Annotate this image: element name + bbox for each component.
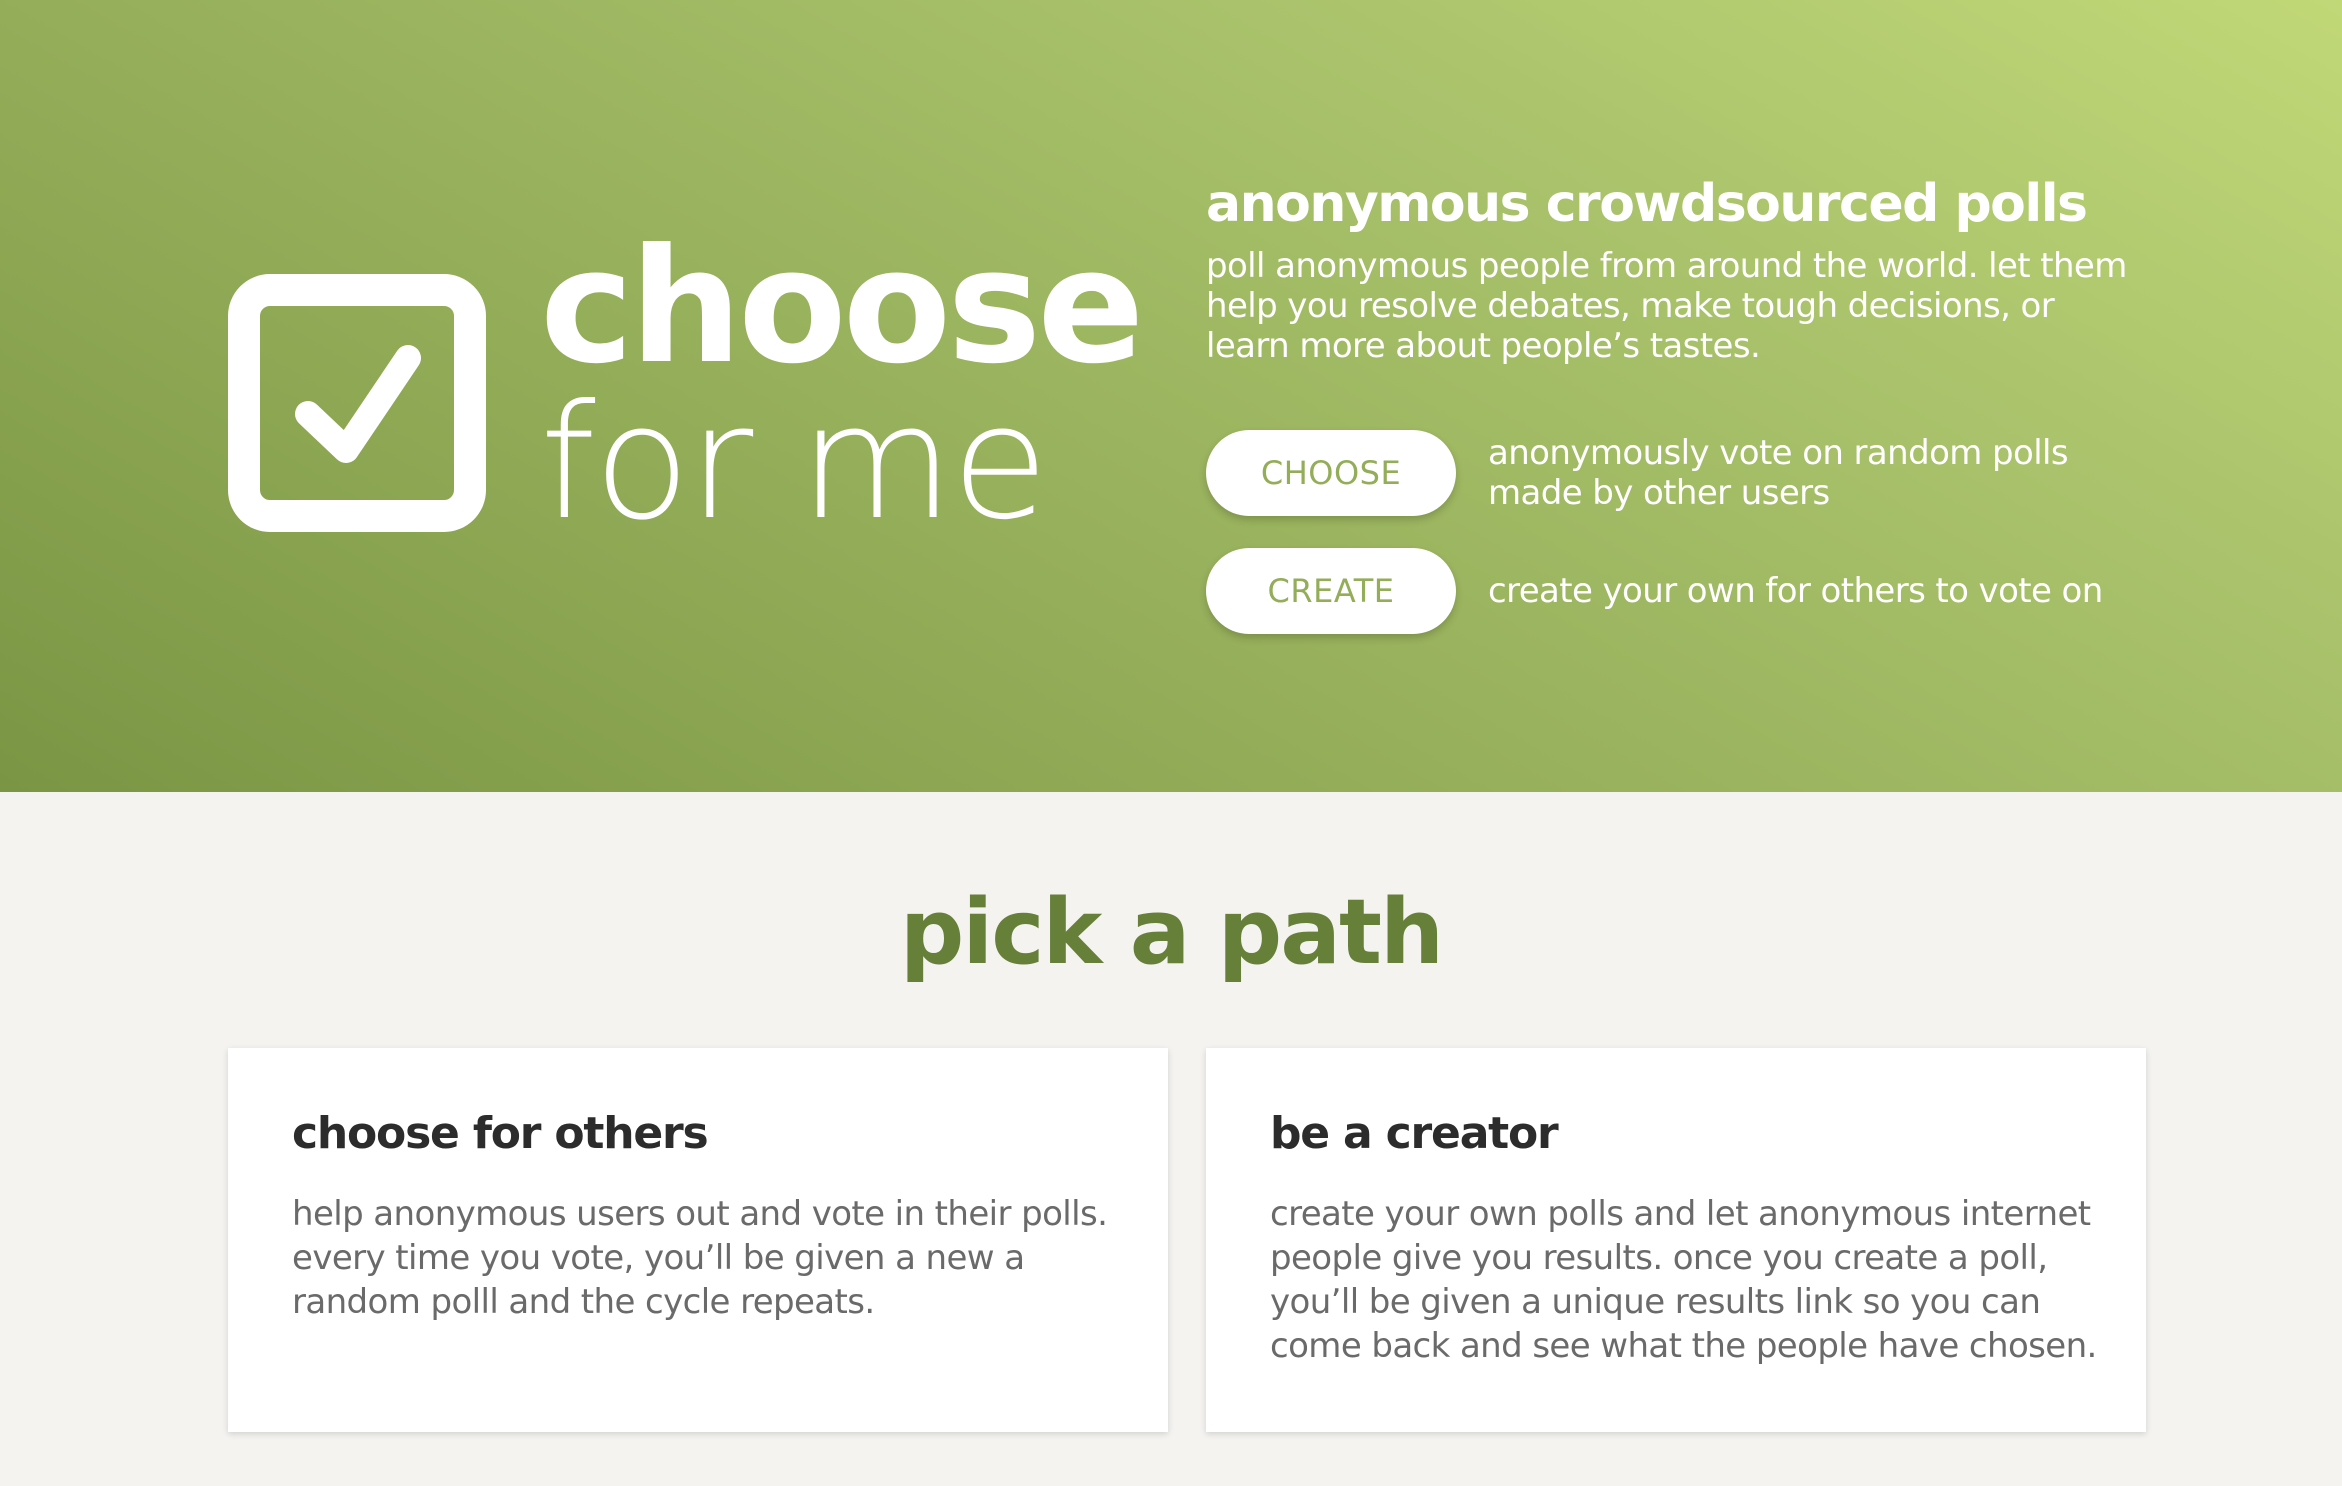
card-title: choose for others	[292, 1108, 709, 1159]
hero-intro: poll anonymous people from around the wo…	[1206, 246, 2127, 366]
choose-button[interactable]: CHOOSE	[1206, 430, 1456, 516]
brand-name-line1: choose	[540, 215, 1144, 399]
create-description: create your own for others to vote on	[1488, 571, 2103, 611]
card-body: create your own polls and let anonymous …	[1270, 1194, 2097, 1366]
section-title: pick a path	[899, 880, 1444, 985]
create-button[interactable]: CREATE	[1206, 548, 1456, 634]
card-body: help anonymous users out and vote in the…	[292, 1194, 1108, 1322]
hero-banner: choose for me anonymous crowdsourced pol…	[0, 0, 2342, 792]
card-choose-for-others: choose for others help anonymous users o…	[228, 1048, 1168, 1432]
card-title: be a creator	[1270, 1108, 1559, 1159]
brand-name-line2: for me	[540, 371, 1049, 555]
checkbox-checked-icon	[228, 274, 486, 532]
choose-description: anonymously vote on random polls made by…	[1488, 433, 2069, 513]
hero-tagline: anonymous crowdsourced polls	[1206, 174, 2088, 234]
card-be-a-creator: be a creator create your own polls and l…	[1206, 1048, 2146, 1432]
